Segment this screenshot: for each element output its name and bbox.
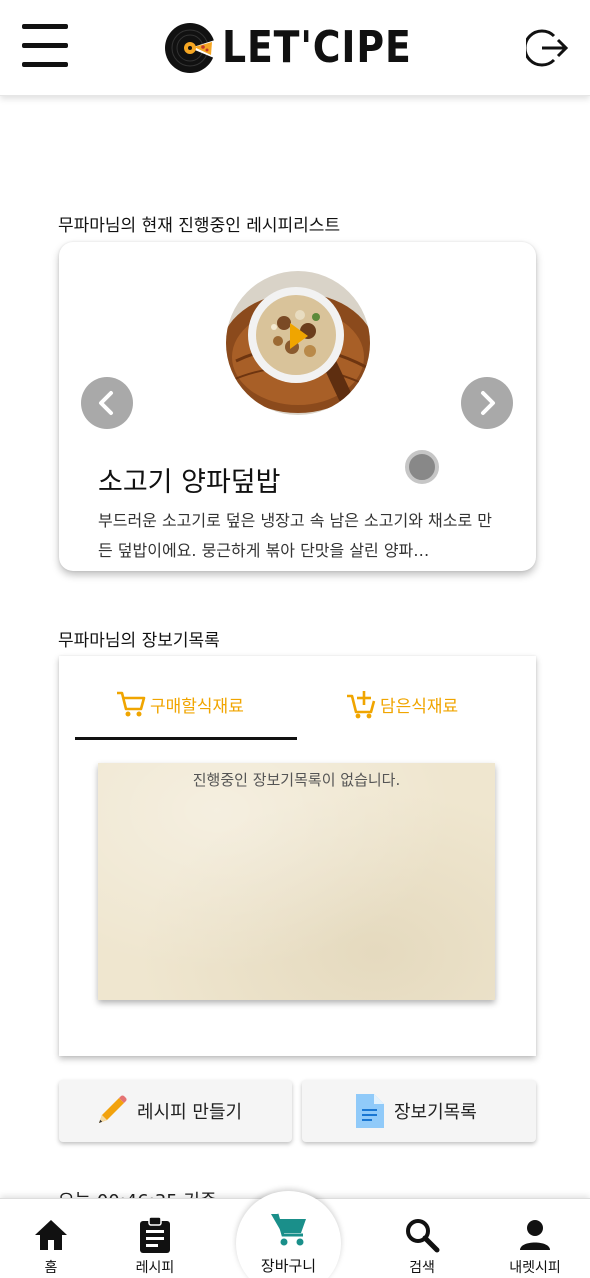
current-recipes-title: 무파마님의 현재 진행중인 레시피리스트	[58, 216, 341, 236]
nav-home-label: 홈	[44, 1260, 58, 1276]
nav-recipe-label: 레시피	[135, 1260, 175, 1276]
app-header: LET'CIPE	[0, 0, 590, 96]
recipe-title[interactable]: 소고기 양파덮밥	[98, 460, 280, 499]
chevron-right-icon	[481, 391, 495, 415]
nav-cart-label: 장바구니	[260, 1257, 317, 1275]
home-icon	[35, 1220, 67, 1250]
empty-list-message: 진행중인 장보기목록이 없습니다.	[192, 771, 401, 789]
cart-icon	[117, 691, 146, 717]
app-logo[interactable]: LET'CIPE	[164, 22, 443, 74]
cart-plus-icon	[347, 691, 376, 719]
pencil-icon	[93, 1093, 129, 1129]
nav-my-recipes-label: 내렛시피	[509, 1260, 561, 1276]
recipe-description: 부드러운 소고기로 덮은 냉장고 속 남은 소고기와 채소로 만든 덮밥이에요.…	[98, 511, 492, 560]
logo-text: LET'CIPE	[222, 22, 412, 73]
tab-saved-ingredients[interactable]: 담은식재료	[345, 684, 458, 724]
tab-saved-label: 담은식재료	[380, 696, 459, 717]
next-recipe-button[interactable]	[461, 377, 513, 429]
clipboard-icon	[140, 1216, 170, 1253]
recipe-card[interactable]: 소고기 양파덮밥 부드러운 소고기로 덮은 냉장고 속 남은 소고기와 채소로 …	[59, 242, 536, 571]
logo-disc-icon	[165, 23, 216, 73]
prev-recipe-button[interactable]	[81, 377, 133, 429]
hamburger-menu-icon[interactable]	[22, 24, 70, 70]
tab-buy-ingredients[interactable]: 구매할식재료	[115, 684, 244, 724]
tab-buy-label: 구매할식재료	[150, 696, 244, 717]
document-icon	[354, 1092, 386, 1130]
shopping-list-panel: 구매할식재료 담은식재료 진행중인 장보기목록이 없습니다.	[59, 656, 536, 1056]
shopping-cart-icon	[270, 1213, 306, 1246]
shopping-list-label: 장보기목록	[394, 1102, 477, 1123]
search-icon	[406, 1219, 440, 1253]
nav-home[interactable]: 홈	[26, 1199, 76, 1278]
shopping-list-button[interactable]: 장보기목록	[302, 1080, 536, 1142]
empty-list-paper: 진행중인 장보기목록이 없습니다.	[98, 763, 495, 1000]
make-recipe-button[interactable]: 레시피 만들기	[59, 1080, 292, 1142]
make-recipe-label: 레시피 만들기	[137, 1102, 243, 1123]
nav-recipe[interactable]: 레시피	[122, 1199, 188, 1278]
nav-search[interactable]: 검색	[397, 1199, 447, 1278]
nav-search-label: 검색	[409, 1260, 435, 1276]
recipe-image	[226, 271, 370, 415]
logout-icon[interactable]	[526, 26, 570, 70]
active-tab-indicator	[75, 737, 297, 740]
shopping-section-title: 무파마님의 장보기목록	[58, 631, 220, 651]
chevron-left-icon	[99, 391, 113, 415]
person-icon	[520, 1220, 550, 1250]
carousel-indicator	[405, 450, 439, 484]
nav-my-recipes[interactable]: 내렛시피	[498, 1199, 572, 1278]
